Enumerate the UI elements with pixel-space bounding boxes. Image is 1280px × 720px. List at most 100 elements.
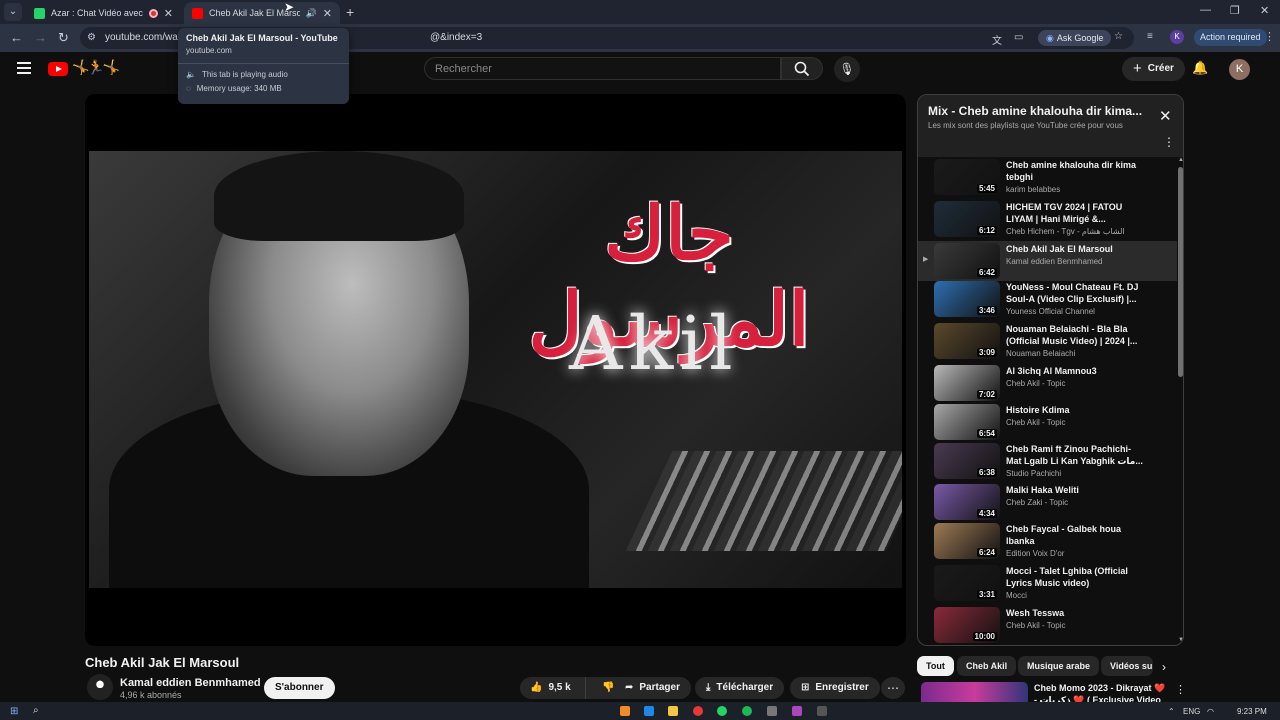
download-button[interactable]: ⤓ Télécharger (695, 677, 785, 699)
playlist-item[interactable]: ▶ 6:42 Cheb Akil Jak El Marsoul Kamal eddie… (918, 241, 1177, 281)
notifications-bell-icon[interactable]: 🔔 (1192, 60, 1208, 76)
save-button[interactable]: ⊞ Enregistrer (790, 677, 880, 699)
playlist-item-thumbnail[interactable]: 6:38 (934, 443, 1000, 479)
chip-cheb-akil[interactable]: Cheb Akil (957, 656, 1017, 676)
browser-active-icon[interactable] (792, 706, 802, 716)
playlist-item-thumbnail[interactable]: 6:12 (934, 201, 1000, 237)
playlist-item[interactable]: 5:45 Cheb amine khalouha dir kima tebghi k… (918, 157, 1177, 197)
windows-start-icon[interactable]: ⊞ (10, 706, 18, 717)
action-required-button[interactable]: Action required (1194, 29, 1267, 46)
playlist-item-thumbnail[interactable]: 5:45 (934, 159, 1000, 195)
browser-profile-avatar[interactable]: K (1170, 30, 1184, 44)
playlist-item[interactable]: 3:09 Nouaman Belaiachi - Bla Bla (Officia… (918, 321, 1177, 361)
playlist-item[interactable]: 6:54 Histoire Kdima Cheb Akil - Topic (918, 402, 1177, 442)
youtube-logo-icon[interactable] (48, 62, 68, 76)
speaker-icon[interactable]: 🔊 (306, 8, 317, 19)
playlist-item[interactable]: 6:12 HICHEM TGV 2024 | FATOU LIYAM | Hani… (918, 199, 1177, 239)
close-playlist-icon[interactable]: ✕ (1159, 107, 1172, 125)
playlist-item-title[interactable]: Malki Haka Weliti (1006, 484, 1146, 496)
minimize-button[interactable]: — (1200, 4, 1211, 16)
close-tab-icon[interactable]: ✕ (164, 7, 173, 20)
playlist-item-title[interactable]: Cheb Faycal - Galbek houa lbanka (1006, 523, 1146, 547)
subscribe-button[interactable]: S'abonner (264, 677, 335, 699)
playlist-item-thumbnail[interactable]: 6:24 (934, 523, 1000, 559)
hamburger-menu-icon[interactable] (17, 62, 31, 77)
chrome-icon[interactable] (693, 706, 703, 716)
playlist-item-thumbnail[interactable]: 6:42 (934, 243, 1000, 279)
new-tab-button[interactable]: + (346, 4, 354, 20)
youtube-doodle-icon[interactable]: 🤸🏃🤸 (72, 59, 120, 76)
cast-icon[interactable]: ▭ (1014, 32, 1023, 43)
recommendation-menu-icon[interactable]: ⋮ (1175, 683, 1186, 696)
site-info-icon[interactable]: ⚙ (87, 32, 96, 43)
tab-youtube[interactable]: Cheb Akil Jak El Marsoul - Y 🔊 ✕ (184, 2, 340, 24)
playlist-item-title[interactable]: Cheb Akil Jak El Marsoul (1006, 243, 1146, 255)
scroll-up-icon[interactable]: ▲ (1178, 157, 1183, 163)
playlist-item-title[interactable]: Mocci - Talet Lghiba (Official Lyrics Mu… (1006, 565, 1146, 589)
wifi-icon[interactable]: ◠ (1207, 707, 1214, 716)
playlist-item-thumbnail[interactable]: 3:09 (934, 323, 1000, 359)
whatsapp-taskbar-icon[interactable] (717, 706, 727, 716)
playlist-item-thumbnail[interactable]: 3:31 (934, 565, 1000, 601)
playlist-item-thumbnail[interactable]: 7:02 (934, 365, 1000, 401)
playlist-item-title[interactable]: Nouaman Belaiachi - Bla Bla (Official Mu… (1006, 323, 1146, 347)
playlist-item[interactable]: 7:02 Al 3ichq Al Mamnou3 Cheb Akil - Topic (918, 363, 1177, 403)
file-explorer-icon[interactable] (668, 706, 678, 716)
playlist-item-thumbnail[interactable]: 3:46 (934, 281, 1000, 317)
scrollbar-thumb[interactable] (1178, 167, 1183, 377)
playlist-item-title[interactable]: Al 3ichq Al Mamnou3 (1006, 365, 1146, 377)
channel-avatar[interactable] (87, 674, 113, 700)
playlist-item[interactable]: 3:31 Mocci - Talet Lghiba (Official Lyric… (918, 563, 1177, 603)
edge-icon[interactable] (644, 706, 654, 716)
app-icon[interactable] (767, 706, 777, 716)
more-actions-button[interactable]: ⋯ (881, 677, 905, 699)
ask-google-button[interactable]: ◉ Ask Google (1038, 30, 1112, 46)
recommendation-thumbnail[interactable] (921, 682, 1028, 702)
back-button[interactable]: ← (10, 30, 23, 45)
playlist-item-title[interactable]: HICHEM TGV 2024 | FATOU LIYAM | Hani Mir… (1006, 201, 1146, 225)
bookmark-star-icon[interactable]: ☆ (1114, 31, 1123, 42)
playlist-scrollbar[interactable]: ▲ ▼ (1177, 157, 1183, 645)
playlist-menu-icon[interactable]: ⋮ (1163, 135, 1175, 149)
chevron-right-icon[interactable]: › (1162, 660, 1166, 674)
playlist-item[interactable]: 3:46 YouNess - Moul Chateau Ft. DJ Soul-A… (918, 279, 1177, 319)
like-button[interactable]: 👍 9,5 k (520, 677, 586, 699)
chip-arabic-music[interactable]: Musique arabe (1018, 656, 1100, 676)
forward-button[interactable]: → (34, 30, 47, 45)
language-indicator[interactable]: ENG (1183, 707, 1200, 716)
search-input[interactable]: Rechercher (424, 57, 781, 80)
playlist-item-thumbnail[interactable]: 4:34 (934, 484, 1000, 520)
maximize-button[interactable]: ❐ (1230, 4, 1240, 17)
playlist-title[interactable]: Mix - Cheb amine khalouha dir kima... (928, 104, 1148, 118)
share-button[interactable]: ➦ Partager (614, 677, 691, 699)
tab-search-button[interactable]: ⌄ (4, 3, 22, 21)
playlist-item-title[interactable]: Cheb amine khalouha dir kima tebghi (1006, 159, 1146, 183)
playlist-item-title[interactable]: YouNess - Moul Chateau Ft. DJ Soul-A (Vi… (1006, 281, 1146, 305)
close-tab-icon[interactable]: ✕ (323, 7, 332, 20)
translate-icon[interactable]: 文 (992, 32, 1002, 47)
create-button[interactable]: + Créer (1122, 57, 1185, 81)
spotify-icon[interactable] (742, 706, 752, 716)
playlist-item[interactable]: 6:24 Cheb Faycal - Galbek houa lbanka Edit… (918, 521, 1177, 561)
playlist-item-title[interactable]: Wesh Tesswa (1006, 607, 1146, 619)
playlist-item-title[interactable]: Histoire Kdima (1006, 404, 1146, 416)
close-window-button[interactable]: ✕ (1260, 4, 1269, 17)
chip-all[interactable]: Tout (917, 656, 954, 676)
browser-menu-icon[interactable]: ⋮ (1264, 30, 1275, 43)
playlist-item[interactable]: 10:00 Wesh Tesswa Cheb Akil - Topic (918, 605, 1177, 645)
playlist-item-thumbnail[interactable]: 6:54 (934, 404, 1000, 440)
scroll-down-icon[interactable]: ▼ (1178, 637, 1183, 643)
playlist-item[interactable]: 4:34 Malki Haka Weliti Cheb Zaki - Topic (918, 482, 1177, 522)
tab-azar[interactable]: Azar : Chat Vidéo avec de n ✕ (26, 2, 181, 24)
search-button[interactable] (781, 57, 823, 80)
terminal-icon[interactable] (817, 706, 827, 716)
voice-search-button[interactable]: 🎙 (834, 56, 860, 82)
tray-chevron-icon[interactable]: ⌃ (1168, 707, 1175, 716)
playlist-item[interactable]: 6:38 Cheb Rami ft Zinou Pachichi- Mat Lga… (918, 441, 1177, 481)
clock-time[interactable]: 9:23 PM (1237, 707, 1267, 716)
channel-name[interactable]: Kamal eddien Benmhamed (120, 677, 261, 689)
taskbar-search-icon[interactable]: ⌕ (33, 705, 39, 716)
account-avatar[interactable]: K (1229, 59, 1250, 80)
playlist-item-thumbnail[interactable]: 10:00 (934, 607, 1000, 643)
video-player[interactable]: جاك المرسول Akil (85, 94, 906, 646)
